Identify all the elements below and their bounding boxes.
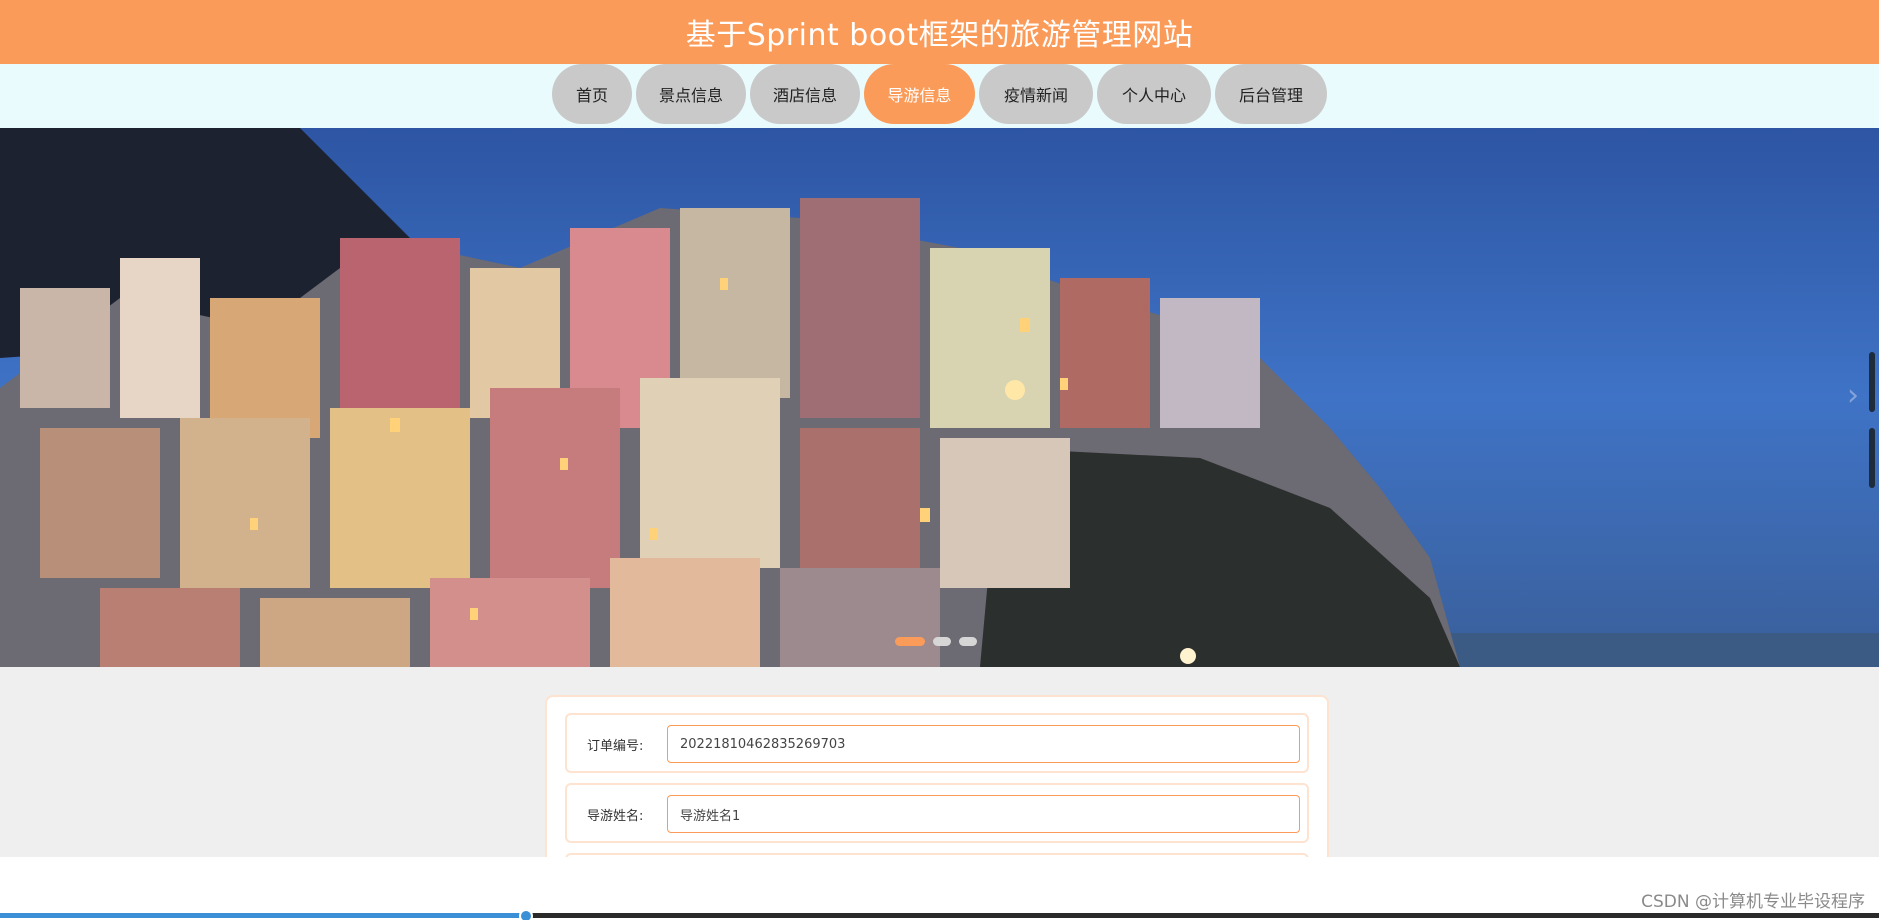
watermark: CSDN @计算机专业毕设程序 — [1641, 892, 1865, 912]
carousel-dot-3[interactable] — [959, 637, 977, 646]
video-progress-fill — [0, 913, 527, 918]
nav-item-hotels[interactable]: 酒店信息 — [750, 64, 860, 124]
main-nav: 首页 景点信息 酒店信息 导游信息 疫情新闻 个人中心 后台管理 — [0, 64, 1879, 128]
scrollbar-thumb[interactable] — [1869, 352, 1875, 412]
banner-image — [0, 128, 1879, 667]
nav-item-guides[interactable]: 导游信息 — [864, 64, 975, 124]
nav-item-admin[interactable]: 后台管理 — [1215, 64, 1327, 124]
chevron-right-icon[interactable]: › — [1847, 378, 1859, 413]
scrollbar-thumb-secondary[interactable] — [1869, 428, 1875, 488]
banner-carousel: › — [0, 128, 1879, 667]
video-progress-handle[interactable] — [519, 909, 534, 920]
form-row-guide-name: 导游姓名: — [565, 783, 1309, 843]
carousel-dot-2[interactable] — [933, 637, 951, 646]
nav-item-personal-center[interactable]: 个人中心 — [1097, 64, 1211, 124]
nav-item-home[interactable]: 首页 — [552, 64, 632, 124]
site-title: 基于Sprint boot框架的旅游管理网站 — [685, 18, 1194, 53]
site-header: 基于Sprint boot框架的旅游管理网站 — [0, 0, 1879, 64]
form-row-order-number: 订单编号: — [565, 713, 1309, 773]
carousel-dot-1[interactable] — [895, 637, 925, 646]
guide-name-input[interactable] — [667, 795, 1300, 833]
order-number-input[interactable] — [667, 725, 1300, 763]
video-progress-bar[interactable] — [0, 909, 1879, 920]
guide-name-label: 导游姓名: — [587, 809, 644, 824]
form-row-next — [565, 853, 1309, 857]
order-form-card: 订单编号: 导游姓名: — [545, 695, 1329, 857]
nav-item-epidemic-news[interactable]: 疫情新闻 — [979, 64, 1093, 124]
nav-item-attractions[interactable]: 景点信息 — [636, 64, 746, 124]
carousel-dots — [895, 637, 977, 646]
order-detail-section: 订单编号: 导游姓名: — [0, 667, 1879, 857]
order-number-label: 订单编号: — [587, 739, 644, 754]
